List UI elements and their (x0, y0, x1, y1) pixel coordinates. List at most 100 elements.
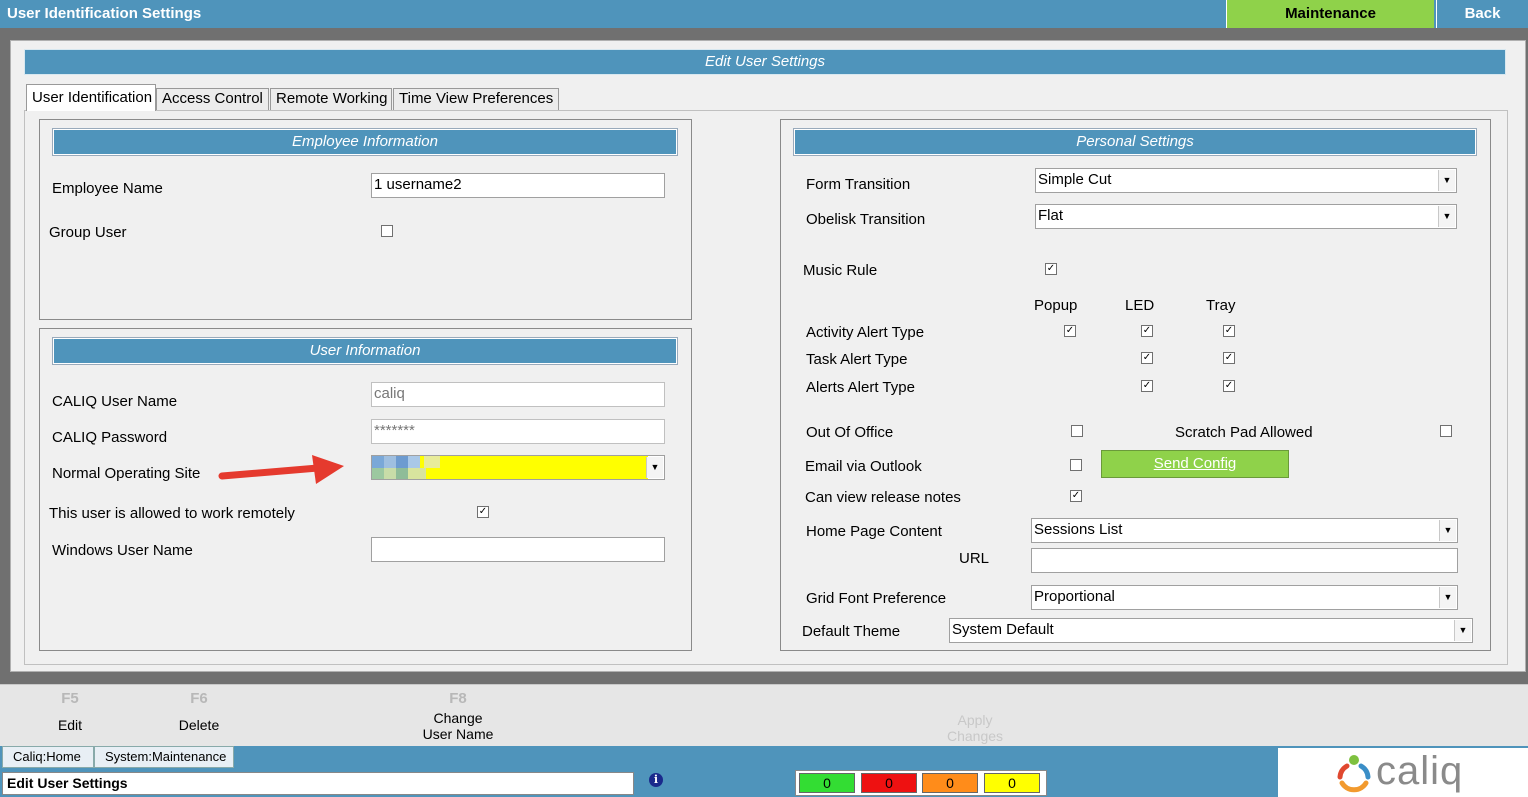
personal-settings-header: Personal Settings (793, 128, 1477, 156)
scratch-pad-checkbox[interactable] (1440, 425, 1452, 437)
group-user-label: Group User (49, 224, 127, 241)
tab-user-identification[interactable]: User Identification (26, 84, 156, 111)
redaction-block (408, 468, 426, 479)
popup-column-header: Popup (1034, 297, 1078, 314)
redaction-block (372, 468, 384, 479)
windows-user-name-field[interactable] (371, 537, 665, 562)
tab-remote-working[interactable]: Remote Working (270, 88, 392, 110)
red-counter[interactable]: 0 (861, 773, 917, 793)
panel-title: Edit User Settings (24, 49, 1506, 75)
chevron-down-icon[interactable]: ▼ (1439, 587, 1456, 608)
alerts-alert-label: Alerts Alert Type (806, 379, 915, 396)
activity-alert-label: Activity Alert Type (806, 324, 925, 341)
yellow-counter[interactable]: 0 (984, 773, 1040, 793)
normal-operating-site-select[interactable]: ▼ (371, 455, 665, 480)
task-alert-label: Task Alert Type (806, 351, 908, 368)
bottom-tab-system-maintenance[interactable]: System:Maintenance (94, 746, 234, 768)
redaction-block (384, 468, 396, 479)
f5-key-label: F5 (61, 690, 79, 707)
caliq-logo: caliq (1278, 748, 1528, 797)
apply-changes-label: Apply Changes (946, 712, 1004, 744)
alerts-led-checkbox[interactable]: ✓ (1141, 380, 1153, 392)
task-led-checkbox[interactable]: ✓ (1141, 352, 1153, 364)
green-counter[interactable]: 0 (799, 773, 855, 793)
chevron-down-icon[interactable]: ▼ (1438, 206, 1455, 227)
form-transition-value: Simple Cut (1038, 171, 1112, 188)
user-information-header: User Information (52, 337, 678, 365)
employee-information-header: Employee Information (52, 128, 678, 156)
form-transition-select[interactable]: Simple Cut ▼ (1035, 168, 1457, 193)
maintenance-button[interactable]: Maintenance (1226, 0, 1434, 28)
url-field[interactable] (1031, 548, 1458, 573)
change-user-name-function-button[interactable]: F8 Change User Name (408, 690, 508, 742)
default-theme-select[interactable]: System Default ▼ (949, 618, 1473, 643)
edit-label: Edit (57, 717, 83, 733)
status-field: Edit User Settings (2, 772, 634, 795)
chevron-down-icon[interactable]: ▼ (1454, 620, 1471, 641)
music-rule-label: Music Rule (803, 262, 878, 279)
obelisk-transition-label: Obelisk Transition (806, 211, 926, 228)
change-user-name-label: Change User Name (422, 710, 494, 742)
remote-working-checkbox[interactable]: ✓ (477, 506, 489, 518)
redaction-block (384, 456, 396, 468)
home-page-label: Home Page Content (806, 523, 942, 540)
windows-user-name-label: Windows User Name (52, 542, 193, 559)
caliq-logo-mark-icon (1337, 755, 1371, 793)
url-label: URL (959, 550, 990, 567)
activity-popup-checkbox[interactable]: ✓ (1064, 325, 1076, 337)
default-theme-value: System Default (952, 621, 1054, 638)
grid-font-label: Grid Font Preference (806, 590, 947, 607)
led-column-header: LED (1125, 297, 1155, 314)
task-tray-checkbox[interactable]: ✓ (1223, 352, 1235, 364)
employee-name-label: Employee Name (52, 180, 163, 197)
email-outlook-checkbox[interactable] (1070, 459, 1082, 471)
email-outlook-label: Email via Outlook (805, 458, 922, 475)
tab-time-view-preferences[interactable]: Time View Preferences (393, 88, 559, 110)
apply-changes-function-button[interactable]: Apply Changes (925, 712, 1025, 744)
release-notes-label: Can view release notes (805, 489, 961, 506)
remote-working-label: This user is allowed to work remotely (49, 505, 295, 522)
caliq-password-label: CALIQ Password (52, 429, 168, 446)
out-of-office-checkbox[interactable] (1071, 425, 1083, 437)
caliq-user-name-field[interactable]: caliq (371, 382, 665, 407)
send-config-button[interactable]: Send Config (1101, 450, 1289, 478)
f6-key-label: F6 (190, 690, 208, 707)
edit-function-button[interactable]: F5 Edit (30, 690, 110, 733)
tab-access-control[interactable]: Access Control (156, 88, 269, 110)
activity-led-checkbox[interactable]: ✓ (1141, 325, 1153, 337)
tray-column-header: Tray (1206, 297, 1236, 314)
normal-operating-site-label: Normal Operating Site (52, 465, 201, 482)
obelisk-transition-select[interactable]: Flat ▼ (1035, 204, 1457, 229)
alerts-tray-checkbox[interactable]: ✓ (1223, 380, 1235, 392)
home-page-select[interactable]: Sessions List ▼ (1031, 518, 1458, 543)
redaction-block (424, 456, 440, 468)
group-user-checkbox[interactable] (381, 225, 393, 237)
grid-font-select[interactable]: Proportional ▼ (1031, 585, 1458, 610)
f8-key-label: F8 (449, 690, 467, 707)
music-rule-checkbox[interactable]: ✓ (1045, 263, 1057, 275)
grid-font-value: Proportional (1034, 588, 1115, 605)
out-of-office-label: Out Of Office (806, 424, 894, 441)
delete-label: Delete (178, 717, 220, 733)
activity-tray-checkbox[interactable]: ✓ (1223, 325, 1235, 337)
scratch-pad-label: Scratch Pad Allowed (1175, 424, 1313, 441)
caliq-user-name-label: CALIQ User Name (52, 393, 178, 410)
employee-name-field[interactable]: 1 username2 (371, 173, 665, 198)
alert-counters: 0 0 0 0 (795, 770, 1047, 796)
redaction-block (408, 456, 420, 468)
default-theme-label: Default Theme (802, 623, 901, 640)
chevron-down-icon[interactable]: ▼ (1438, 170, 1455, 191)
redaction-block (396, 456, 408, 468)
chevron-down-icon[interactable]: ▼ (646, 457, 663, 478)
red-arrow-annotation (218, 455, 344, 484)
bottom-tab-caliq-home[interactable]: Caliq:Home (2, 746, 94, 768)
delete-function-button[interactable]: F6 Delete (159, 690, 239, 733)
home-page-value: Sessions List (1034, 521, 1123, 538)
back-button[interactable]: Back (1436, 0, 1528, 28)
caliq-logo-text: caliq (1376, 749, 1464, 793)
caliq-password-field[interactable]: ******* (371, 419, 665, 444)
orange-counter[interactable]: 0 (922, 773, 978, 793)
chevron-down-icon[interactable]: ▼ (1439, 520, 1456, 541)
info-icon[interactable]: i (649, 773, 663, 787)
release-notes-checkbox[interactable]: ✓ (1070, 490, 1082, 502)
